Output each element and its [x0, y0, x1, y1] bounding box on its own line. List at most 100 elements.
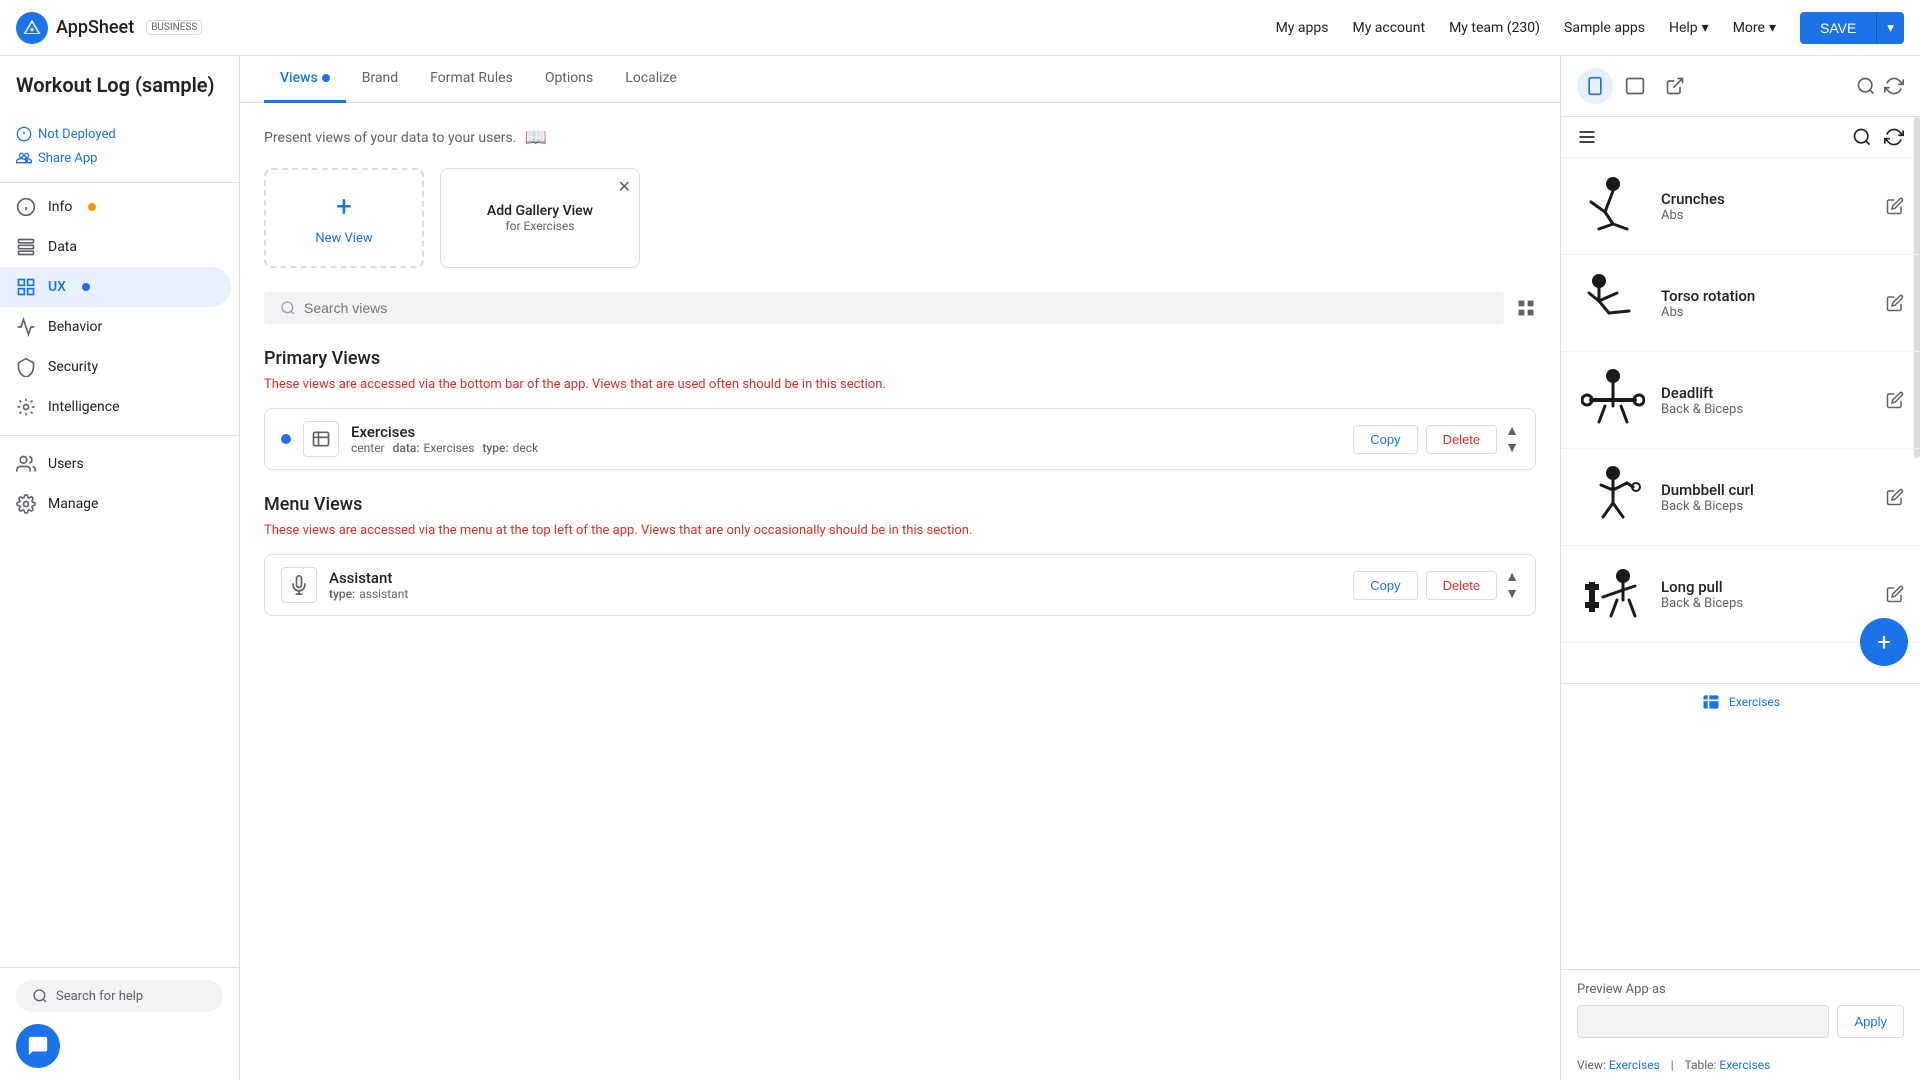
sidebar-item-behavior[interactable]: Behavior	[0, 307, 231, 347]
app-title: Workout Log (sample)	[0, 72, 239, 114]
search-help[interactable]: Search for help	[16, 980, 223, 1012]
exercise-item[interactable]: Deadlift Back & Biceps	[1561, 352, 1920, 449]
preview-refresh-icon[interactable]	[1884, 76, 1904, 96]
nav-myteam[interactable]: My team (230)	[1449, 20, 1540, 36]
nav-more[interactable]: More ▾	[1733, 20, 1776, 36]
app-title-text: Workout Log (sample)	[16, 72, 223, 98]
search-help-label: Search for help	[56, 989, 143, 1004]
tabs-bar: Views Brand Format Rules Options Localiz…	[240, 56, 1560, 103]
primary-views-section: Primary Views These views are accessed v…	[264, 348, 1536, 470]
preview-panel: Crunches Abs	[1560, 56, 1920, 1080]
users-icon	[16, 454, 36, 474]
exercise-edit-icon[interactable]	[1886, 294, 1904, 312]
new-view-card[interactable]: + New View	[264, 168, 424, 268]
device-external-button[interactable]	[1657, 68, 1693, 104]
ux-icon	[16, 277, 36, 297]
exercise-item[interactable]: Crunches Abs	[1561, 158, 1920, 255]
exercise-item[interactable]: Dumbbell curl Back & Biceps	[1561, 449, 1920, 546]
grid-view-toggle[interactable]	[1516, 298, 1536, 318]
sidebar-item-intelligence[interactable]: Intelligence	[0, 387, 231, 427]
preview-top-search-icon[interactable]	[1852, 127, 1872, 147]
preview-toolbar	[1561, 56, 1920, 117]
preview-search-icon[interactable]	[1856, 76, 1876, 96]
save-dropdown-button[interactable]: ▾	[1876, 12, 1904, 44]
logo-text: AppSheet	[56, 17, 134, 38]
share-app-button[interactable]: Share App	[0, 146, 239, 178]
assistant-copy-button[interactable]: Copy	[1353, 571, 1417, 600]
bottom-nav-exercises-icon	[1701, 692, 1721, 712]
sidebar-item-manage[interactable]: Manage	[0, 484, 231, 524]
preview-actions	[1856, 76, 1904, 96]
nav-help[interactable]: Help ▾	[1669, 20, 1709, 36]
exercises-dot	[281, 434, 291, 444]
search-views-input[interactable]	[304, 300, 1488, 316]
exercises-delete-button[interactable]: Delete	[1426, 425, 1498, 454]
sidebar-item-ux[interactable]: UX	[0, 267, 231, 307]
main-layout: Workout Log (sample) Not Deployed Share …	[0, 56, 1920, 1080]
sidebar-nav: Info Data UX	[0, 187, 239, 967]
manage-icon	[16, 494, 36, 514]
save-button[interactable]: SAVE	[1800, 12, 1876, 44]
assistant-delete-button[interactable]: Delete	[1426, 571, 1498, 600]
exercise-info: Deadlift Back & Biceps	[1661, 384, 1874, 417]
sidebar-item-label: Security	[48, 359, 98, 375]
chat-fab[interactable]	[16, 1024, 60, 1068]
exercise-item[interactable]: Torso rotation Abs	[1561, 255, 1920, 352]
logo: AppSheet BUSINESS	[16, 12, 202, 44]
sidebar-item-info[interactable]: Info	[0, 187, 231, 227]
assistant-view-actions: Copy Delete ▲▼	[1353, 568, 1519, 602]
exercise-edit-icon[interactable]	[1886, 197, 1904, 215]
content-body: Present views of your data to your users…	[240, 103, 1560, 1080]
assistant-sort-arrows[interactable]: ▲▼	[1505, 568, 1519, 602]
close-suggest-button[interactable]: ✕	[618, 177, 631, 196]
exercise-edit-icon[interactable]	[1886, 391, 1904, 409]
not-deployed-status[interactable]: Not Deployed	[0, 122, 239, 146]
exercises-sort-arrows[interactable]: ▲▼	[1505, 422, 1519, 456]
exercises-view-card: Exercises center data: Exercises type: d…	[264, 408, 1536, 470]
plus-icon: +	[336, 190, 352, 223]
longpull-thumb	[1577, 558, 1649, 630]
assistant-view-name: Assistant	[329, 569, 1341, 587]
sidebar-item-security[interactable]: Security	[0, 347, 231, 387]
menu-views-desc: These views are accessed via the menu at…	[264, 523, 1536, 538]
nav-myapps[interactable]: My apps	[1276, 20, 1329, 36]
info-icon	[16, 197, 36, 217]
exercises-copy-button[interactable]: Copy	[1353, 425, 1417, 454]
preview-fab-add[interactable]: +	[1860, 618, 1908, 666]
sidebar-item-label: Manage	[48, 496, 98, 512]
device-tablet-button[interactable]	[1617, 68, 1653, 104]
preview-top-refresh-icon[interactable]	[1884, 127, 1904, 147]
data-icon	[16, 237, 36, 257]
preview-app-as-input[interactable]	[1577, 1005, 1829, 1038]
logo-badge: BUSINESS	[146, 20, 202, 35]
exercise-item[interactable]: Long pull Back & Biceps +	[1561, 546, 1920, 643]
behavior-icon	[16, 317, 36, 337]
preview-view-link[interactable]: Exercises	[1609, 1058, 1660, 1072]
sidebar-item-users[interactable]: Users	[0, 444, 231, 484]
suggest-view-card[interactable]: ✕ Add Gallery View for Exercises	[440, 168, 640, 268]
logo-icon	[16, 12, 48, 44]
preview-apply-button[interactable]: Apply	[1837, 1005, 1904, 1038]
menu-icon[interactable]	[1577, 127, 1597, 147]
exercises-view-name: Exercises	[351, 423, 1341, 441]
tab-localize[interactable]: Localize	[609, 56, 693, 103]
nav-sampleapps[interactable]: Sample apps	[1564, 20, 1645, 36]
assistant-view-meta: type: assistant	[329, 587, 1341, 601]
exercise-info: Crunches Abs	[1661, 190, 1874, 223]
exercise-edit-icon[interactable]	[1886, 488, 1904, 506]
tab-options[interactable]: Options	[529, 56, 609, 103]
assistant-view-card: Assistant type: assistant Copy Delete ▲	[264, 554, 1536, 616]
tab-views[interactable]: Views	[264, 56, 346, 103]
tab-brand[interactable]: Brand	[346, 56, 414, 103]
tab-format-rules[interactable]: Format Rules	[414, 56, 529, 103]
preview-device-buttons	[1577, 68, 1693, 104]
sidebar-item-data[interactable]: Data	[0, 227, 231, 267]
exercise-edit-icon[interactable]	[1886, 585, 1904, 603]
exercise-info: Dumbbell curl Back & Biceps	[1661, 481, 1874, 514]
exercises-view-meta: center data: Exercises type: deck	[351, 441, 1341, 455]
device-phone-button[interactable]	[1577, 68, 1613, 104]
nav-myaccount[interactable]: My account	[1352, 20, 1425, 36]
preview-table-link[interactable]: Exercises	[1719, 1058, 1770, 1072]
primary-views-desc: These views are accessed via the bottom …	[264, 377, 1536, 392]
search-views-wrap	[264, 292, 1504, 324]
